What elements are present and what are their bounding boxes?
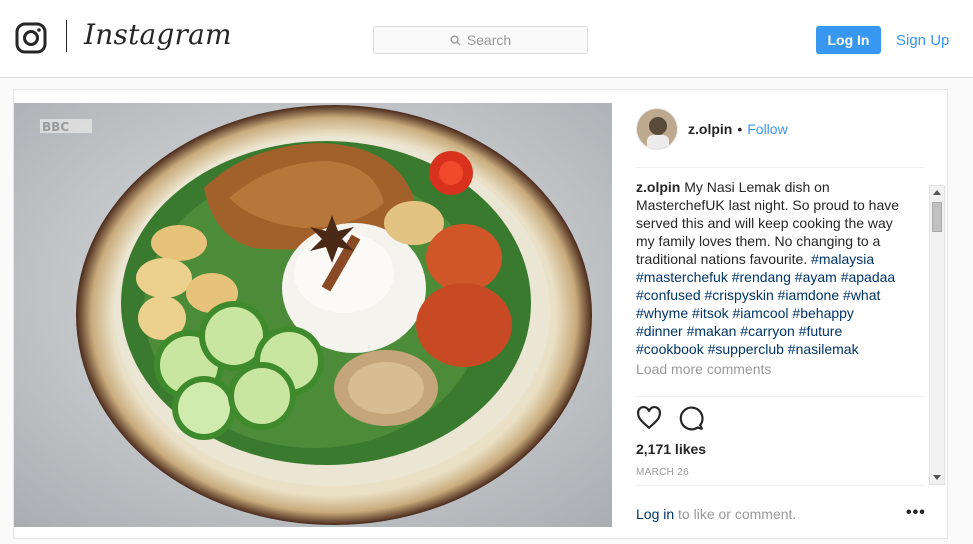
load-more-comments-button[interactable]: Load more comments: [636, 360, 926, 378]
log-in-link[interactable]: Log in: [636, 506, 674, 522]
search-icon: [450, 34, 461, 46]
avatar[interactable]: [636, 108, 678, 150]
hashtag-link[interactable]: #what: [843, 287, 880, 303]
hashtag-link[interactable]: #ayam: [795, 269, 837, 285]
comments-scrollbar[interactable]: [929, 185, 945, 485]
post-sidebar: z.olpin • Follow z.olpin My Nasi Lemak d…: [636, 90, 945, 540]
divider: [636, 167, 924, 168]
caption-author[interactable]: z.olpin: [636, 179, 680, 195]
hashtag-link[interactable]: #nasilemak: [788, 341, 859, 357]
divider: [636, 485, 924, 486]
instagram-wordmark[interactable]: Instagram: [84, 18, 232, 51]
divider: [636, 396, 924, 397]
heart-icon[interactable]: [636, 405, 662, 431]
hashtag-link[interactable]: #makan: [687, 323, 737, 339]
hashtag-link[interactable]: #supperclub: [708, 341, 784, 357]
likes-count[interactable]: 2,171 likes: [636, 441, 706, 457]
top-navigation-bar: Instagram Search Log In Sign Up: [0, 0, 973, 78]
hashtag-link[interactable]: #dinner: [636, 323, 683, 339]
scroll-up-arrow-icon[interactable]: [933, 190, 941, 195]
comment-bubble-icon[interactable]: [678, 405, 704, 431]
separator-dot: •: [737, 121, 743, 137]
post-header: z.olpin • Follow: [636, 108, 788, 150]
search-input[interactable]: Search: [373, 26, 588, 54]
hashtag-link[interactable]: #rendang: [732, 269, 791, 285]
post-username[interactable]: z.olpin: [688, 121, 732, 137]
hashtag-link[interactable]: #confused: [636, 287, 701, 303]
scroll-down-arrow-icon[interactable]: [933, 475, 941, 480]
caption: z.olpin My Nasi Lemak dish on Masterchef…: [636, 178, 904, 358]
hashtag-link[interactable]: #iamcool: [733, 305, 789, 321]
hashtag-link[interactable]: #behappy: [792, 305, 854, 321]
hashtag-link[interactable]: #iamdone: [778, 287, 840, 303]
login-prompt-text: to like or comment.: [674, 506, 797, 522]
hashtag-link[interactable]: #whyme: [636, 305, 688, 321]
scrollbar-thumb[interactable]: [932, 202, 942, 232]
hashtag-link[interactable]: #crispyskin: [705, 287, 774, 303]
post-actions: [636, 405, 704, 431]
more-options-icon[interactable]: •••: [906, 504, 926, 522]
photo-watermark: BBC: [42, 120, 69, 134]
hashtag-link[interactable]: #malaysia: [811, 251, 874, 267]
log-in-button[interactable]: Log In: [816, 26, 881, 54]
hashtag-link[interactable]: #carryon: [740, 323, 794, 339]
post-photo[interactable]: BBC: [14, 103, 612, 527]
sign-up-link[interactable]: Sign Up: [896, 32, 949, 49]
hashtag-link[interactable]: #cookbook: [636, 341, 704, 357]
comments-list: z.olpin My Nasi Lemak dish on Masterchef…: [636, 178, 926, 398]
instagram-camera-icon[interactable]: [15, 22, 47, 54]
login-prompt: Log in to like or comment.: [636, 506, 796, 522]
hashtag-link[interactable]: #apadaa: [841, 269, 896, 285]
logo-divider: [66, 20, 67, 52]
post-card: BBC z.olpin • Follow z.olpin My Nasi Lem…: [13, 89, 948, 539]
hashtag-link[interactable]: #future: [799, 323, 843, 339]
search-placeholder: Search: [466, 32, 512, 48]
follow-button[interactable]: Follow: [747, 121, 787, 137]
hashtag-link[interactable]: #masterchefuk: [636, 269, 728, 285]
post-date: MARCH 26: [636, 467, 689, 478]
hashtag-link[interactable]: #itsok: [692, 305, 729, 321]
